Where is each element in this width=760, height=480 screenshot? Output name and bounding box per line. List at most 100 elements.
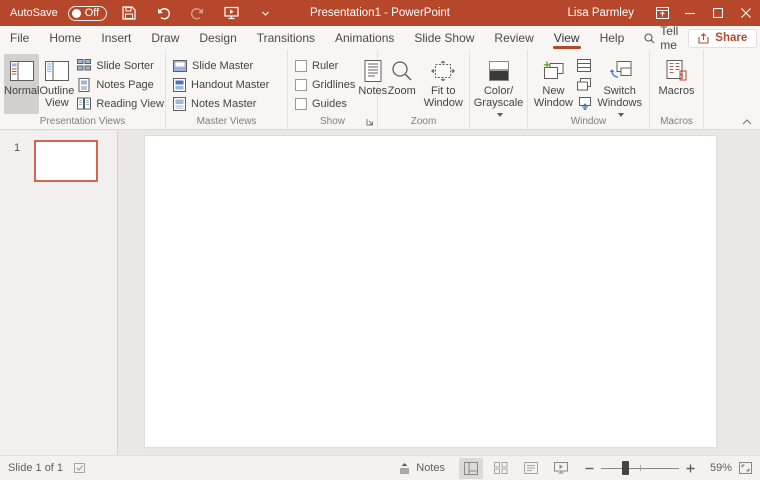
zoom-button[interactable]: Zoom — [382, 54, 422, 114]
slide-master-button[interactable]: Slide Master — [170, 56, 272, 75]
zoom-slider[interactable] — [601, 461, 679, 475]
autosave-toggle[interactable]: Off — [68, 6, 107, 21]
gridlines-checkbox-box — [295, 79, 307, 91]
handout-master-label: Handout Master — [191, 79, 269, 91]
notes-master-label: Notes Master — [191, 98, 256, 110]
switch-windows-button[interactable]: Switch Windows — [594, 54, 645, 121]
start-slideshow-icon[interactable] — [219, 2, 243, 24]
cascade-windows-button[interactable] — [575, 75, 594, 94]
slide-editing-area[interactable] — [119, 131, 760, 455]
tab-insert[interactable]: Insert — [91, 26, 141, 50]
status-slide-sorter-button[interactable] — [489, 458, 513, 479]
tab-review[interactable]: Review — [484, 26, 543, 50]
work-area: 1 — [0, 131, 760, 455]
zoom-out-button[interactable] — [585, 464, 594, 473]
powerpoint-window: AutoSave Off Presentation1 - PowerPoint — [0, 0, 760, 480]
status-slide-show-button[interactable] — [549, 458, 573, 479]
slide-number: 1 — [0, 140, 34, 182]
close-button[interactable] — [732, 0, 760, 26]
undo-icon[interactable] — [151, 2, 175, 24]
arrange-all-button[interactable] — [575, 56, 594, 75]
redo-icon[interactable] — [185, 2, 209, 24]
autosave-toggle-knob — [72, 9, 81, 18]
reading-view-button[interactable]: Reading View — [74, 94, 167, 113]
tab-design[interactable]: Design — [189, 26, 246, 50]
tab-help[interactable]: Help — [590, 26, 635, 50]
ruler-checkbox[interactable]: Ruler — [292, 56, 358, 75]
minimize-button[interactable] — [676, 0, 704, 26]
handout-master-button[interactable]: Handout Master — [170, 75, 272, 94]
zoom-in-button[interactable] — [686, 464, 695, 473]
slide-1-thumbnail[interactable] — [34, 140, 98, 182]
arrange-all-icon — [577, 59, 591, 72]
save-icon[interactable] — [117, 2, 141, 24]
zoom-level[interactable]: 59% — [702, 462, 732, 474]
group-master-views: Slide Master Handout Master Notes Master… — [166, 50, 288, 129]
zoom-label: Zoom — [388, 85, 416, 97]
ruler-label: Ruler — [312, 60, 338, 72]
show-dialog-launcher-icon[interactable] — [366, 118, 374, 126]
ribbon-display-options-icon[interactable] — [648, 0, 676, 26]
group-label-show: Show — [288, 116, 377, 127]
autosave-state: Off — [85, 7, 99, 19]
accessibility-checker-icon[interactable] — [73, 462, 86, 474]
share-button[interactable]: Share — [688, 29, 757, 48]
ribbon-view-tab-panel: Normal Outline View Slide Sorter Notes P… — [0, 50, 760, 130]
notes-toggle-button[interactable]: Notes — [390, 457, 453, 480]
guides-checkbox[interactable]: Guides — [292, 94, 358, 113]
tab-transitions[interactable]: Transitions — [247, 26, 325, 50]
slide-sorter-button[interactable]: Slide Sorter — [74, 56, 167, 75]
zoom-slider-thumb[interactable] — [622, 461, 629, 475]
cascade-windows-icon — [577, 78, 591, 91]
group-label-master-views: Master Views — [166, 116, 287, 127]
user-name[interactable]: Lisa Parmley — [568, 7, 634, 19]
gridlines-checkbox[interactable]: Gridlines — [292, 75, 358, 94]
status-reading-view-button[interactable] — [519, 458, 543, 479]
outline-view-button[interactable]: Outline View — [39, 54, 74, 114]
group-label-presentation-views: Presentation Views — [0, 116, 165, 127]
notes-page-button[interactable]: Notes Page — [74, 75, 167, 94]
fit-to-window-button[interactable]: Fit to Window — [422, 54, 465, 114]
normal-view-button[interactable]: Normal — [4, 54, 39, 114]
group-label-macros: Macros — [650, 116, 703, 127]
slide-sorter-icon — [77, 59, 91, 72]
ribbon-tab-bar: File Home Insert Draw Design Transitions… — [0, 26, 760, 50]
customize-qat-icon[interactable] — [253, 2, 277, 24]
share-label: Share — [715, 32, 747, 44]
color-grayscale-button[interactable]: Color/ Grayscale — [474, 54, 524, 121]
slide-canvas[interactable] — [145, 136, 716, 447]
status-bar: Slide 1 of 1 Notes — [0, 455, 760, 480]
new-window-label: New Window — [532, 85, 575, 109]
slide-thumbnail-row: 1 — [0, 131, 117, 182]
slide-thumbnail-panel[interactable]: 1 — [0, 131, 118, 455]
tab-animations[interactable]: Animations — [325, 26, 404, 50]
move-split-button[interactable] — [575, 94, 594, 113]
new-window-button[interactable]: New Window — [532, 54, 575, 114]
slide-indicator[interactable]: Slide 1 of 1 — [8, 462, 63, 474]
notes-master-button[interactable]: Notes Master — [170, 94, 272, 113]
zoom-slider-midpoint-tick — [640, 465, 641, 471]
color-grayscale-dropdown-icon — [497, 113, 503, 117]
handout-master-icon — [173, 78, 186, 92]
group-label-window: Window — [528, 116, 649, 127]
move-split-icon — [577, 97, 591, 110]
slide-master-icon — [173, 60, 187, 72]
tab-file[interactable]: File — [0, 26, 39, 50]
maximize-button[interactable] — [704, 0, 732, 26]
notes-toggle-icon — [398, 462, 411, 474]
new-window-icon — [542, 57, 564, 85]
macros-button[interactable]: Macros — [655, 54, 699, 114]
tab-slide-show[interactable]: Slide Show — [404, 26, 484, 50]
reading-view-label: Reading View — [96, 98, 164, 110]
tab-home[interactable]: Home — [39, 26, 91, 50]
collapse-ribbon-icon[interactable] — [742, 119, 752, 125]
fit-to-window-icon — [431, 57, 455, 85]
outline-view-icon — [45, 57, 69, 85]
color-grayscale-icon — [489, 57, 509, 85]
status-normal-view-button[interactable] — [459, 458, 483, 479]
fit-slide-to-window-button[interactable] — [739, 462, 752, 474]
guides-label: Guides — [312, 98, 347, 110]
tell-me-box[interactable]: Tell me — [634, 24, 688, 52]
tab-draw[interactable]: Draw — [141, 26, 189, 50]
tab-view[interactable]: View — [544, 26, 590, 50]
